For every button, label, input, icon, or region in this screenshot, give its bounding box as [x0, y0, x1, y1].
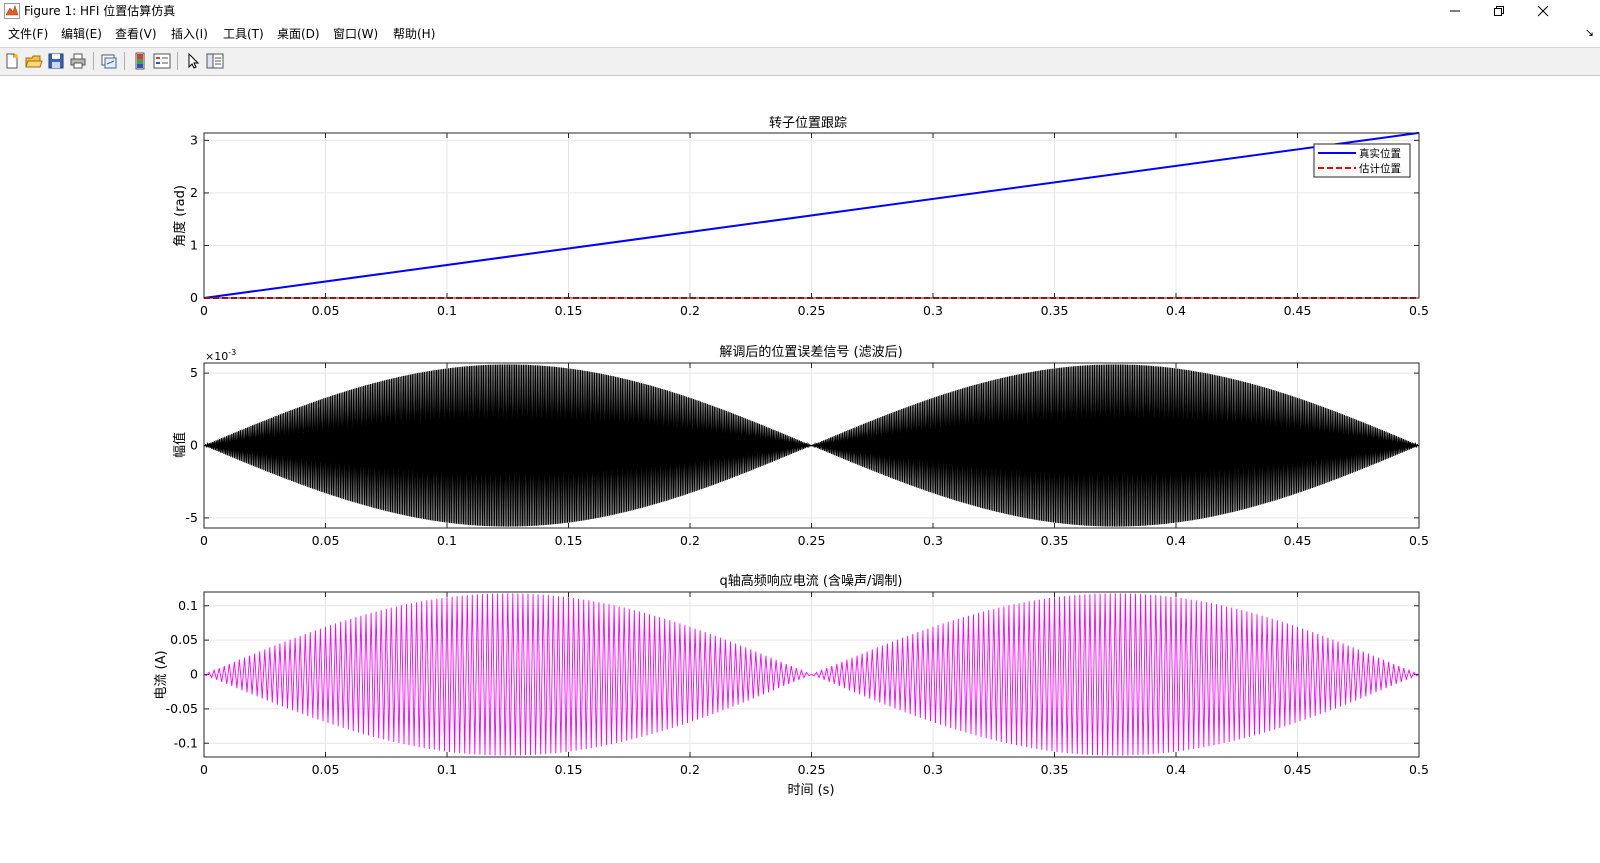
- x-tick-label: 0.3: [923, 762, 943, 777]
- link-plot-icon[interactable]: [100, 52, 118, 70]
- property-inspector-icon[interactable]: [206, 52, 224, 70]
- y-axis-label: 角度 (rad): [172, 185, 188, 247]
- print-icon[interactable]: [69, 52, 87, 70]
- save-icon[interactable]: [47, 52, 65, 70]
- x-tick-label: 0.4: [1166, 303, 1186, 318]
- x-tick-label: 0.05: [312, 533, 340, 548]
- pointer-icon[interactable]: [184, 52, 202, 70]
- y-tick-label: 2: [190, 185, 198, 200]
- plot-layer: 0 0.05 0.1 0.15 0.2 0.25 0.3 0.35 0.4 0.45 0.5-505: [186, 362, 1429, 548]
- y-tick-label: 3: [190, 132, 198, 147]
- x-tick-label: 0.2: [680, 303, 700, 318]
- x-tick-label: 0.15: [555, 762, 583, 777]
- x-tick-label: 0.1: [437, 762, 457, 777]
- colorbar-icon[interactable]: [131, 52, 149, 70]
- figure-svg: 转子位置跟踪 角度 (rad) 0 0.05 0.1 0.15 0.2 0.25 0.3 0.…: [154, 116, 1429, 798]
- y-axis-exponent: ×10-3: [205, 348, 236, 363]
- x-tick-label: 0: [200, 762, 208, 777]
- toolbar-separator: [124, 52, 125, 70]
- x-tick-label: 0.2: [680, 762, 700, 777]
- axes-position-tracking[interactable]: 转子位置跟踪 角度 (rad) 0 0.05 0.1 0.15 0.2 0.25 0.3 0.…: [172, 116, 1429, 318]
- toolbar-separator: [93, 52, 94, 70]
- x-tick-label: 0.4: [1166, 762, 1186, 777]
- matlab-app-icon: [4, 3, 20, 19]
- figure-canvas: 转子位置跟踪 角度 (rad) 0 0.05 0.1 0.15 0.2 0.25 0.3 0.…: [0, 75, 1600, 859]
- close-icon[interactable]: [1520, 0, 1566, 22]
- x-tick-label: 0.25: [798, 533, 826, 548]
- menu-window[interactable]: 窗口(W): [333, 26, 378, 42]
- axes-error-signal[interactable]: 解调后的位置误差信号 (滤波后) 幅值 ×10-3 0 0.05 0.1 0.15 0.…: [172, 344, 1429, 548]
- x-tick-label: 0.5: [1409, 762, 1429, 777]
- menu-help[interactable]: 帮助(H): [393, 26, 435, 42]
- y-tick-label: 0: [190, 438, 198, 453]
- new-figure-icon[interactable]: [3, 52, 21, 70]
- axes-title: q轴高频响应电流 (含噪声/调制): [720, 573, 903, 589]
- window-title: Figure 1: HFI 位置估算仿真: [24, 4, 176, 18]
- x-tick-label: 0.45: [1284, 303, 1312, 318]
- menu-file[interactable]: 文件(F): [8, 26, 48, 42]
- x-axis-label: 时间 (s): [787, 783, 834, 798]
- legend-label-estimated: 估计位置: [1359, 162, 1401, 175]
- x-tick-label: 0.3: [923, 303, 943, 318]
- legend-label-true: 真实位置: [1359, 147, 1401, 160]
- x-tick-label: 0.15: [555, 533, 583, 548]
- axes-q-current[interactable]: q轴高频响应电流 (含噪声/调制) 电流 (A) 时间 (s) 0 0.05 0.1…: [154, 573, 1429, 798]
- x-tick-label: 0.05: [312, 762, 340, 777]
- y-tick-label: -5: [186, 510, 198, 525]
- y-axis-label: 幅值: [172, 432, 188, 458]
- dock-arrow-icon[interactable]: ↘: [1585, 26, 1594, 39]
- axes-title: 解调后的位置误差信号 (滤波后): [719, 344, 902, 360]
- x-tick-label: 0.5: [1409, 303, 1429, 318]
- menu-edit[interactable]: 编辑(E): [61, 26, 102, 42]
- restore-icon[interactable]: [1476, 0, 1522, 22]
- y-tick-label: 5: [190, 365, 198, 380]
- y-tick-label: 0: [190, 290, 198, 305]
- x-tick-label: 0.4: [1166, 533, 1186, 548]
- y-axis-label: 电流 (A): [154, 650, 169, 699]
- figure-toolbar: [0, 47, 1600, 76]
- x-tick-label: 0.45: [1284, 533, 1312, 548]
- x-tick-label: 0.1: [437, 533, 457, 548]
- x-tick-label: 0: [200, 303, 208, 318]
- legend-icon[interactable]: [153, 52, 171, 70]
- y-tick-label: 1: [190, 237, 198, 252]
- x-tick-label: 0.15: [555, 303, 583, 318]
- x-tick-label: 0.3: [923, 533, 943, 548]
- x-tick-label: 0.35: [1041, 303, 1069, 318]
- x-tick-label: 0: [200, 533, 208, 548]
- legend-box[interactable]: 真实位置 估计位置: [1313, 143, 1411, 178]
- minimize-icon[interactable]: [1432, 0, 1478, 22]
- x-tick-label: 0.45: [1284, 762, 1312, 777]
- x-tick-label: 0.25: [798, 762, 826, 777]
- y-tick-label: 0.1: [178, 598, 198, 613]
- menu-insert[interactable]: 插入(I): [171, 26, 208, 42]
- y-tick-label: -0.05: [166, 701, 198, 716]
- menu-desktop[interactable]: 桌面(D): [277, 26, 320, 42]
- menu-view[interactable]: 查看(V): [115, 26, 157, 42]
- y-tick-label: 0.05: [170, 632, 198, 647]
- x-tick-label: 0.2: [680, 533, 700, 548]
- plot-layer: 0 0.05 0.1 0.15 0.2 0.25 0.3 0.35 0.4 0.45 0.5 -0.1…: [166, 591, 1429, 777]
- x-tick-label: 0.1: [437, 303, 457, 318]
- y-tick-label: -0.1: [174, 735, 198, 750]
- open-file-icon[interactable]: [25, 52, 43, 70]
- axes-title: 转子位置跟踪: [769, 116, 847, 131]
- window-titlebar: Figure 1: HFI 位置估算仿真: [0, 0, 1600, 22]
- toolbar-separator: [177, 52, 178, 70]
- plot-layer: 0 0.05 0.1 0.15 0.2 0.25 0.3 0.35 0.4 0.45 0.5 0 1 2 3: [190, 131, 1429, 318]
- y-tick-label: 0: [190, 667, 198, 682]
- x-tick-label: 0.25: [798, 303, 826, 318]
- menubar: 文件(F) 编辑(E) 查看(V) 插入(I) 工具(T) 桌面(D) 窗口(W…: [0, 23, 1600, 45]
- x-tick-label: 0.5: [1409, 533, 1429, 548]
- x-tick-label: 0.35: [1041, 533, 1069, 548]
- x-tick-label: 0.35: [1041, 762, 1069, 777]
- menu-tools[interactable]: 工具(T): [223, 26, 264, 42]
- x-tick-label: 0.05: [312, 303, 340, 318]
